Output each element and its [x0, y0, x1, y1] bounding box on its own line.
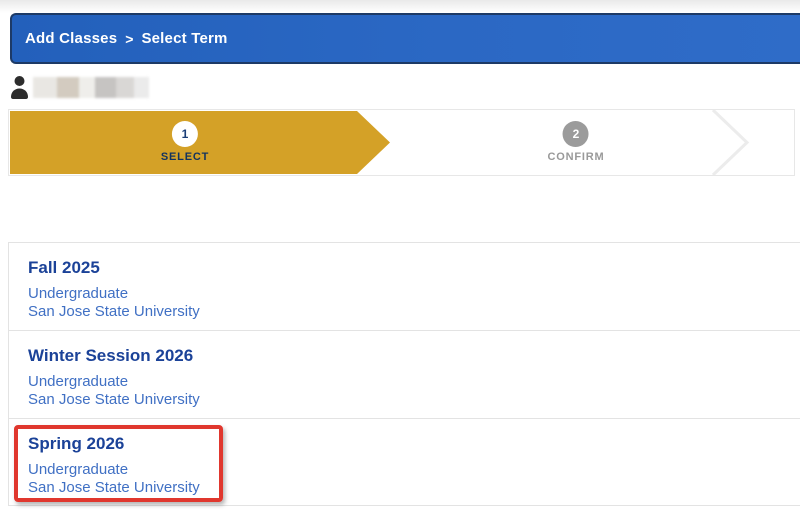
page: Add Classes > Select Term 1 SELECT 2 CON…: [0, 0, 800, 522]
term-career: Undergraduate: [28, 285, 129, 302]
step-number-badge: 2: [563, 121, 589, 147]
redacted-user-name: [33, 76, 149, 98]
progress-step-select: 1 SELECT: [161, 110, 209, 175]
progress-step-confirm: 2 CONFIRM: [548, 110, 605, 175]
term-institution: San Jose State University: [28, 391, 200, 408]
step-number-badge: 1: [171, 121, 198, 147]
step-label: SELECT: [160, 151, 210, 163]
term-career: Undergraduate: [28, 373, 129, 390]
term-row-spring-2026[interactable]: Spring 2026 Undergraduate San Jose State…: [9, 419, 800, 506]
term-institution: San Jose State University: [28, 303, 200, 320]
term-name-link[interactable]: Spring 2026: [28, 434, 124, 454]
breadcrumb-select-term: Select Term: [141, 30, 228, 47]
term-row-fall-2025[interactable]: Fall 2025 Undergraduate San Jose State U…: [9, 243, 800, 331]
term-row-winter-session-2026[interactable]: Winter Session 2026 Undergraduate San Jo…: [9, 331, 800, 419]
chevron-divider-icon: [711, 110, 750, 175]
user-row: [10, 74, 149, 100]
progress-bar: 1 SELECT 2 CONFIRM: [8, 109, 795, 176]
term-name-link[interactable]: Fall 2025: [28, 258, 100, 278]
term-career: Undergraduate: [28, 461, 129, 478]
term-list: Fall 2025 Undergraduate San Jose State U…: [8, 242, 800, 506]
person-icon: [11, 76, 28, 99]
top-gradient-strip: [0, 0, 800, 13]
step-label: CONFIRM: [547, 151, 605, 163]
breadcrumb-bar: Add Classes > Select Term: [10, 13, 800, 64]
breadcrumb-separator-icon: >: [125, 30, 134, 47]
breadcrumb-add-classes[interactable]: Add Classes: [25, 30, 117, 47]
term-institution: San Jose State University: [28, 479, 200, 496]
term-name-link[interactable]: Winter Session 2026: [28, 346, 193, 366]
